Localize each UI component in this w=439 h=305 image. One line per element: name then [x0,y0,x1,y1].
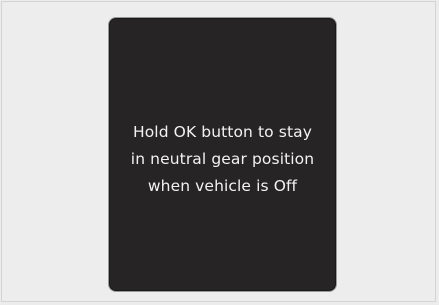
neutral-hold-message: Hold OK button to stay in neutral gear p… [109,119,336,200]
message-line-1: Hold OK button to stay [132,123,313,141]
message-line-2: in neutral gear position [130,150,315,168]
cluster-display-screen: Hold OK button to stay in neutral gear p… [108,17,337,292]
message-line-3: when vehicle is Off [147,177,298,195]
